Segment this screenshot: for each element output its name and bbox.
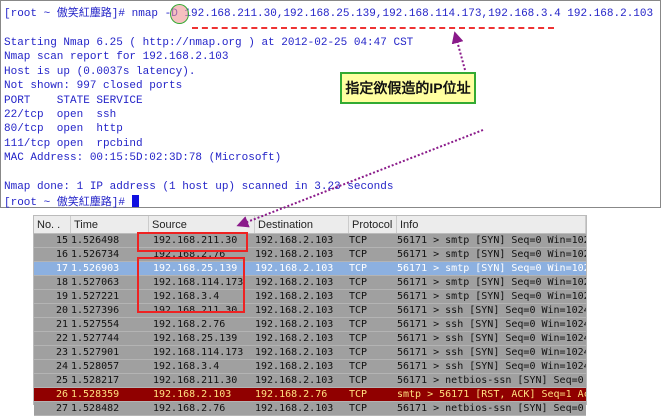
annotation-arrows [236,31,484,228]
arrow-to-command [451,31,466,71]
arrow-to-source [236,129,484,228]
